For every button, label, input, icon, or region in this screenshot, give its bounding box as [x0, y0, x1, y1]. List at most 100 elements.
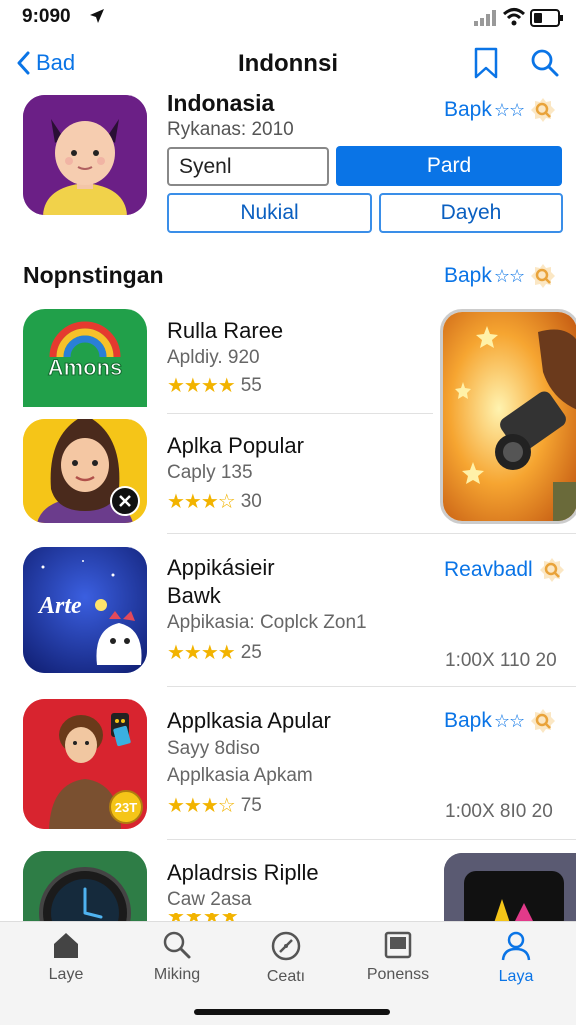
action-label: Reavbadl — [444, 558, 533, 581]
hero-app-name: Indonasia — [167, 90, 275, 116]
app-name[interactable]: Apladrsis Riplle — [167, 859, 319, 887]
featured-promo-image[interactable] — [440, 309, 576, 524]
status-time: 9:090 — [22, 6, 71, 27]
wifi-icon — [502, 8, 526, 26]
app-rating: ★★★☆ 30 — [167, 489, 262, 514]
avatar-illustration — [23, 95, 147, 215]
divider — [167, 686, 576, 687]
app-subtitle: Apþikasia: Coplck Zon1 — [167, 612, 367, 633]
location-arrow-icon — [90, 9, 104, 23]
app-rate-link[interactable]: Bapk ☆☆ — [444, 708, 556, 734]
rating-count: 25 — [240, 641, 262, 663]
rating-count: 75 — [240, 794, 262, 816]
app-name[interactable]: Rulla Raree — [167, 317, 283, 345]
navigation-bar: Bad Indonnsi — [0, 40, 576, 88]
hero-app-subtitle: Rykanas: 2010 — [167, 119, 294, 140]
app-name[interactable]: Aplka Popular — [167, 432, 304, 460]
bookmark-icon[interactable] — [472, 46, 500, 80]
rating-count: 30 — [240, 490, 262, 512]
section-rate-link[interactable]: Bapk ☆☆ — [444, 263, 556, 289]
battery-icon — [530, 9, 563, 27]
app-icon-text: Arte — [37, 593, 82, 619]
app-subtitle: Caply 135 — [167, 462, 253, 483]
rainbow-logo-icon: Amons — [47, 321, 123, 381]
app-icon-aplka[interactable] — [23, 419, 147, 523]
promo-thumbnail[interactable] — [444, 853, 576, 923]
hero-input[interactable]: Syenl — [167, 147, 329, 186]
character-illustration: 23T — [23, 699, 147, 829]
app-name-line2[interactable]: Bawk — [167, 582, 221, 610]
app-action-link[interactable]: Reavbadl — [444, 557, 565, 583]
search-icon — [163, 931, 191, 959]
rate-label: Bapk — [444, 709, 492, 732]
search-icon[interactable] — [530, 48, 560, 78]
home-indicator — [194, 1009, 390, 1015]
hero-app-icon[interactable] — [23, 95, 147, 215]
rate-label: Bapk — [444, 98, 492, 121]
back-button[interactable]: Bad — [16, 50, 75, 76]
app-icon-applkasia[interactable]: 23T — [23, 699, 147, 829]
app-icon-rulla[interactable]: Amons — [23, 309, 147, 407]
app-meta: 1:00X 110 20 — [445, 650, 557, 671]
star-outline-icon: ☆☆ — [493, 710, 525, 731]
app-rating: ★★★☆ 75 — [167, 793, 262, 818]
promo-thumbnail-art — [444, 853, 576, 923]
app-subtitle: Sayy 8diso — [167, 738, 260, 759]
tab-laye[interactable]: Laye — [11, 930, 121, 984]
section-title: Nopnstingan — [23, 262, 164, 288]
app-name-line1[interactable]: Appikásieir — [167, 554, 275, 582]
tab-label: Laya — [498, 968, 534, 985]
app-icon-text: 23T — [115, 800, 137, 815]
back-label: Bad — [36, 50, 76, 75]
rate-label: Bapk — [444, 264, 492, 287]
star-rating-icon: ★★★☆ — [167, 491, 236, 513]
star-outline-icon: ☆☆ — [493, 265, 525, 286]
divider — [167, 413, 433, 414]
star-rating-icon: ★★★☆ — [167, 795, 236, 817]
badge-search-icon — [539, 558, 564, 582]
hero-rate-link[interactable]: Bapk ☆☆ — [444, 97, 556, 123]
app-subtitle: Apldiy. 920 — [167, 347, 260, 368]
badge-search-icon — [531, 98, 556, 122]
app-subtitle: Caw 2asa — [167, 889, 252, 910]
tab-label: Laye — [48, 966, 84, 983]
star-rating-icon: ★★★★ — [167, 375, 236, 397]
person-icon — [501, 931, 531, 961]
app-icon-apladrsis[interactable] — [23, 851, 147, 931]
clock-icon — [23, 851, 147, 931]
app-icon-appikasieir[interactable]: Arte — [23, 547, 147, 673]
rating-count: 55 — [240, 374, 262, 396]
tab-label: Ceatı — [266, 968, 306, 985]
secondary-button-right[interactable]: Dayeh — [379, 193, 563, 233]
app-icon-text: Amons — [48, 355, 123, 380]
divider — [167, 839, 576, 840]
primary-button[interactable]: Pard — [336, 146, 562, 186]
star-outline-icon: ☆☆ — [493, 99, 525, 120]
badge-search-icon — [531, 264, 556, 288]
home-icon — [54, 933, 78, 958]
tab-miking[interactable]: Miking — [122, 930, 232, 984]
secondary-button-left[interactable]: Nukial — [167, 193, 372, 233]
star-rating-icon: ★★★★ — [167, 642, 236, 664]
tab-label: Ponenss — [366, 966, 430, 983]
app-rating: ★★★★ 25 — [167, 640, 262, 665]
tab-ceati[interactable]: Ceatı — [231, 930, 341, 986]
tab-label: Miking — [153, 966, 201, 983]
app-rating: ★★★★ 55 — [167, 373, 262, 398]
promo-illustration — [443, 312, 576, 521]
signal-icon — [474, 10, 496, 26]
app-name[interactable]: Applkasia Apular — [167, 707, 331, 735]
compass-icon — [271, 931, 301, 961]
hijab-avatar-illustration — [23, 419, 147, 523]
chevron-left-icon — [17, 51, 30, 75]
partial-star-rating-icon: ★★★★ — [167, 913, 247, 921]
divider — [167, 533, 576, 534]
app-meta: 1:00X 8I0 20 — [445, 801, 553, 822]
app-subtitle-2: Applkasia Apkam — [167, 765, 313, 786]
tab-ponenss[interactable]: Ponenss — [343, 930, 453, 984]
ghost-art-illustration: Arte — [23, 547, 147, 673]
tab-laya[interactable]: Laya — [461, 930, 571, 986]
badge-search-icon — [531, 709, 556, 733]
book-icon — [384, 931, 412, 959]
status-bar: 9:090 — [0, 0, 576, 36]
